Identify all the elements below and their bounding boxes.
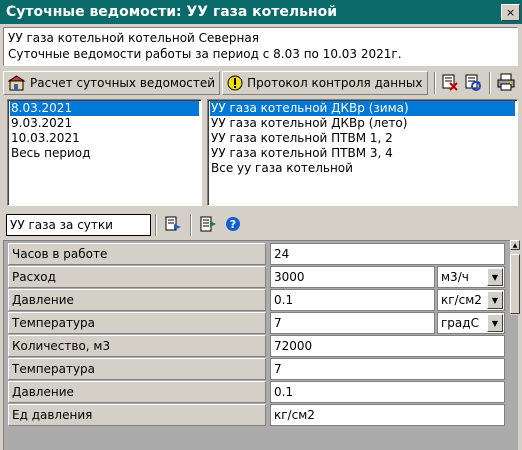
info-line-period: Суточные ведомости работы за период с 8.… (8, 47, 402, 61)
unit-select-value: кг/см2 (441, 293, 482, 307)
meter-item[interactable]: УУ газа котельной ДКВр (зима) (210, 101, 515, 116)
refresh-report-button[interactable] (462, 71, 484, 95)
calc-daily-label: Расчет суточных ведомостей (30, 76, 216, 90)
grid-row: Температура 7 (8, 358, 505, 381)
svg-text:?: ? (230, 218, 236, 231)
printer-icon (497, 73, 515, 94)
warning-icon (227, 75, 243, 91)
info-panel: УУ газа котельной котельной Северная Сут… (3, 27, 518, 66)
grid-row: Температура 7 градС ▼ (8, 312, 505, 335)
grid-row: Часов в работе 24 (8, 243, 505, 266)
data-grid: Часов в работе 24 Расход 3000 м3/ч ▼ Давление 0… (3, 240, 518, 450)
row-label: Давление (8, 289, 266, 311)
meter-item[interactable]: УУ газа котельной ПТВМ 3, 4 (210, 146, 515, 161)
report-toolbar: УУ газа за сутки ? (3, 209, 518, 241)
grid-row: Расход 3000 м3/ч ▼ (8, 266, 505, 289)
chevron-down-icon[interactable]: ▼ (487, 268, 503, 286)
row-value-field[interactable]: 0.1 (270, 381, 505, 403)
export-icon (199, 215, 217, 236)
scroll-thumb[interactable] (510, 254, 520, 314)
info-line-object: УУ газа котельной котельной Северная (8, 31, 259, 45)
unit-select[interactable]: кг/см2 ▼ (437, 289, 505, 311)
grid-row: Давление 0.1 (8, 381, 505, 404)
dates-list[interactable]: 8.03.2021 9.03.2021 10.03.2021 Весь период (7, 99, 202, 206)
window-title: Суточные ведомости: УУ газа котельной (6, 4, 338, 20)
grid-row: Ед давления кг/см2 (8, 404, 505, 427)
meters-list[interactable]: УУ газа котельной ДКВр (зима) УУ газа кот… (207, 99, 518, 206)
help-icon: ? (225, 216, 241, 235)
export-button[interactable] (196, 213, 220, 237)
grid-row: Давление 0.1 кг/см2 ▼ (8, 289, 505, 312)
title-bar: Суточные ведомости: УУ газа котельной × (0, 0, 522, 24)
unit-select-value: м3/ч (441, 270, 469, 284)
toolbar-separator (433, 72, 436, 94)
row-value-field[interactable]: 7 (270, 358, 505, 380)
row-value-field[interactable]: кг/см2 (270, 404, 505, 426)
report-settings-icon (164, 215, 182, 236)
delete-doc-icon (441, 73, 459, 94)
meter-item[interactable]: Все уу газа котельной (210, 161, 515, 176)
row-value-field[interactable]: 7 (270, 312, 435, 334)
report-type-field[interactable]: УУ газа за сутки (6, 214, 151, 236)
grid-scrollbar[interactable]: ▲ (510, 240, 520, 315)
meter-item[interactable]: УУ газа котельной ДКВр (лето) (210, 116, 515, 131)
refresh-doc-icon (464, 73, 482, 94)
unit-select[interactable]: градС ▼ (437, 312, 505, 334)
toolbar-separator (190, 214, 192, 236)
row-label: Температура (8, 358, 266, 380)
row-label: Количество, м3 (8, 335, 266, 357)
toolbar-separator (489, 72, 492, 94)
row-value-field[interactable]: 3000 (270, 266, 435, 288)
meter-item[interactable]: УУ газа котельной ПТВМ 1, 2 (210, 131, 515, 146)
unit-select[interactable]: м3/ч ▼ (437, 266, 505, 288)
date-item[interactable]: 10.03.2021 (10, 131, 199, 146)
row-label: Давление (8, 381, 266, 403)
scroll-up-arrow-icon[interactable]: ▲ (510, 240, 520, 250)
date-item[interactable]: 9.03.2021 (10, 116, 199, 131)
close-icon: × (505, 5, 516, 19)
row-label: Часов в работе (8, 243, 266, 265)
report-settings-button[interactable] (161, 213, 185, 237)
row-label: Ед давления (8, 404, 266, 426)
grid-row: Количество, м3 72000 (8, 335, 505, 358)
print-report-button[interactable] (495, 71, 517, 95)
toolbar-separator (155, 214, 157, 236)
row-label: Температура (8, 312, 266, 334)
chevron-down-icon[interactable]: ▼ (487, 291, 503, 309)
row-value-field[interactable]: 0.1 (270, 289, 435, 311)
protocol-label: Протокол контроля данных (247, 76, 423, 90)
date-item[interactable]: Весь период (10, 146, 199, 161)
calculate-icon (8, 75, 26, 91)
main-toolbar: Расчет суточных ведомостей Протокол конт… (3, 70, 518, 96)
delete-report-button[interactable] (440, 71, 462, 95)
row-label: Расход (8, 266, 266, 288)
chevron-down-icon[interactable]: ▼ (487, 314, 503, 332)
protocol-button[interactable]: Протокол контроля данных (222, 71, 428, 95)
calc-daily-button[interactable]: Расчет суточных ведомостей (3, 71, 221, 95)
date-item[interactable]: 8.03.2021 (10, 101, 199, 116)
close-button[interactable]: × (501, 3, 520, 21)
unit-select-value: градС (441, 316, 479, 330)
row-value-field[interactable]: 72000 (270, 335, 505, 357)
row-value-field[interactable]: 24 (270, 243, 505, 265)
help-button[interactable]: ? (221, 213, 245, 237)
